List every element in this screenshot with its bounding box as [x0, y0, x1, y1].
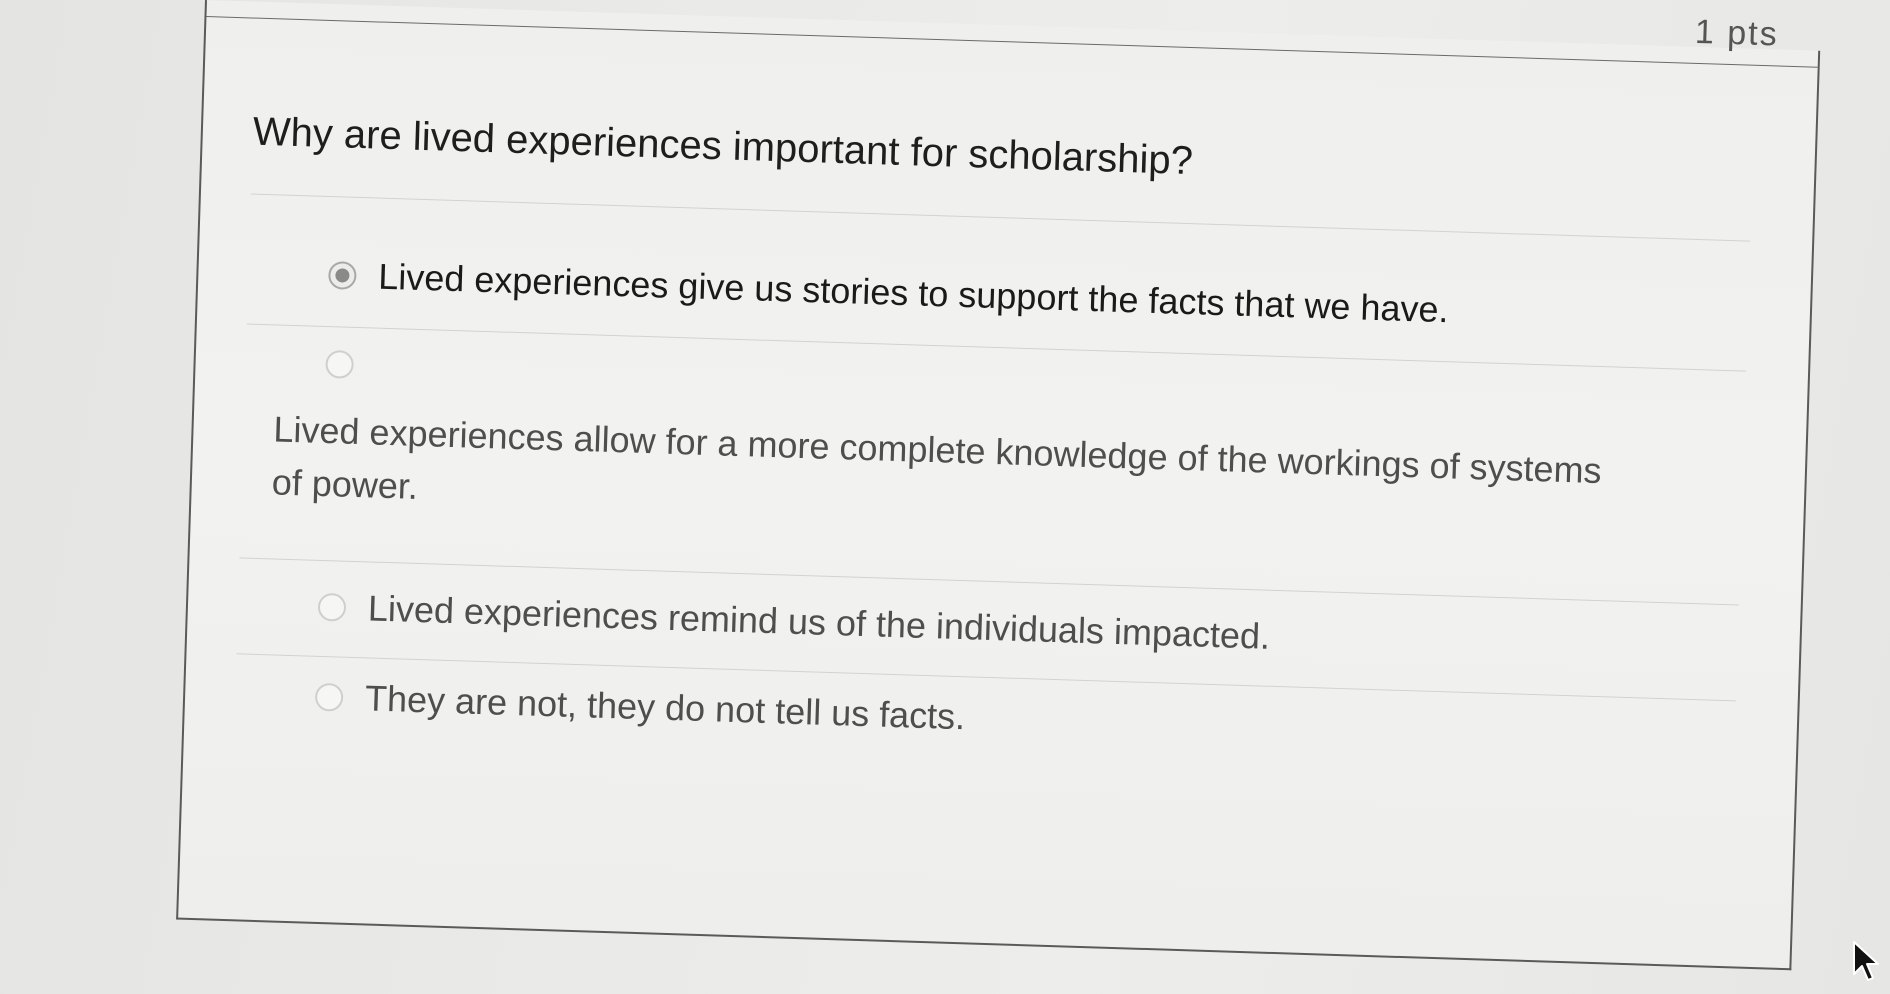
answer-option-2-label: Lived experiences allow for a more compl… [271, 408, 1603, 507]
answer-option-4-label: They are not, they do not tell us facts. [364, 677, 966, 738]
question-text: Why are lived experiences important for … [252, 109, 1194, 184]
answer-option-1[interactable]: Lived experiences give us stories to sup… [327, 254, 1450, 331]
radio-unselected-icon[interactable] [314, 682, 344, 712]
answer-option-3[interactable]: Lived experiences remind us of the indiv… [317, 586, 1271, 658]
radio-unselected-icon[interactable] [317, 592, 347, 622]
radio-selected-icon[interactable] [327, 261, 357, 290]
answer-option-4[interactable]: They are not, they do not tell us facts. [314, 676, 966, 738]
radio-unselected-icon[interactable] [325, 349, 355, 379]
answer-option-2[interactable]: Lived experiences allow for a more compl… [271, 348, 1615, 550]
mouse-pointer-icon [1853, 941, 1879, 981]
points-label: 1 pts [1694, 12, 1780, 54]
card-header-divider [206, 16, 1818, 68]
question-divider [250, 193, 1751, 242]
answer-option-1-label: Lived experiences give us stories to sup… [377, 255, 1450, 331]
answer-option-3-label: Lived experiences remind us of the indiv… [367, 587, 1271, 657]
quiz-question-card: 1 pts Why are lived experiences importan… [176, 0, 1821, 971]
